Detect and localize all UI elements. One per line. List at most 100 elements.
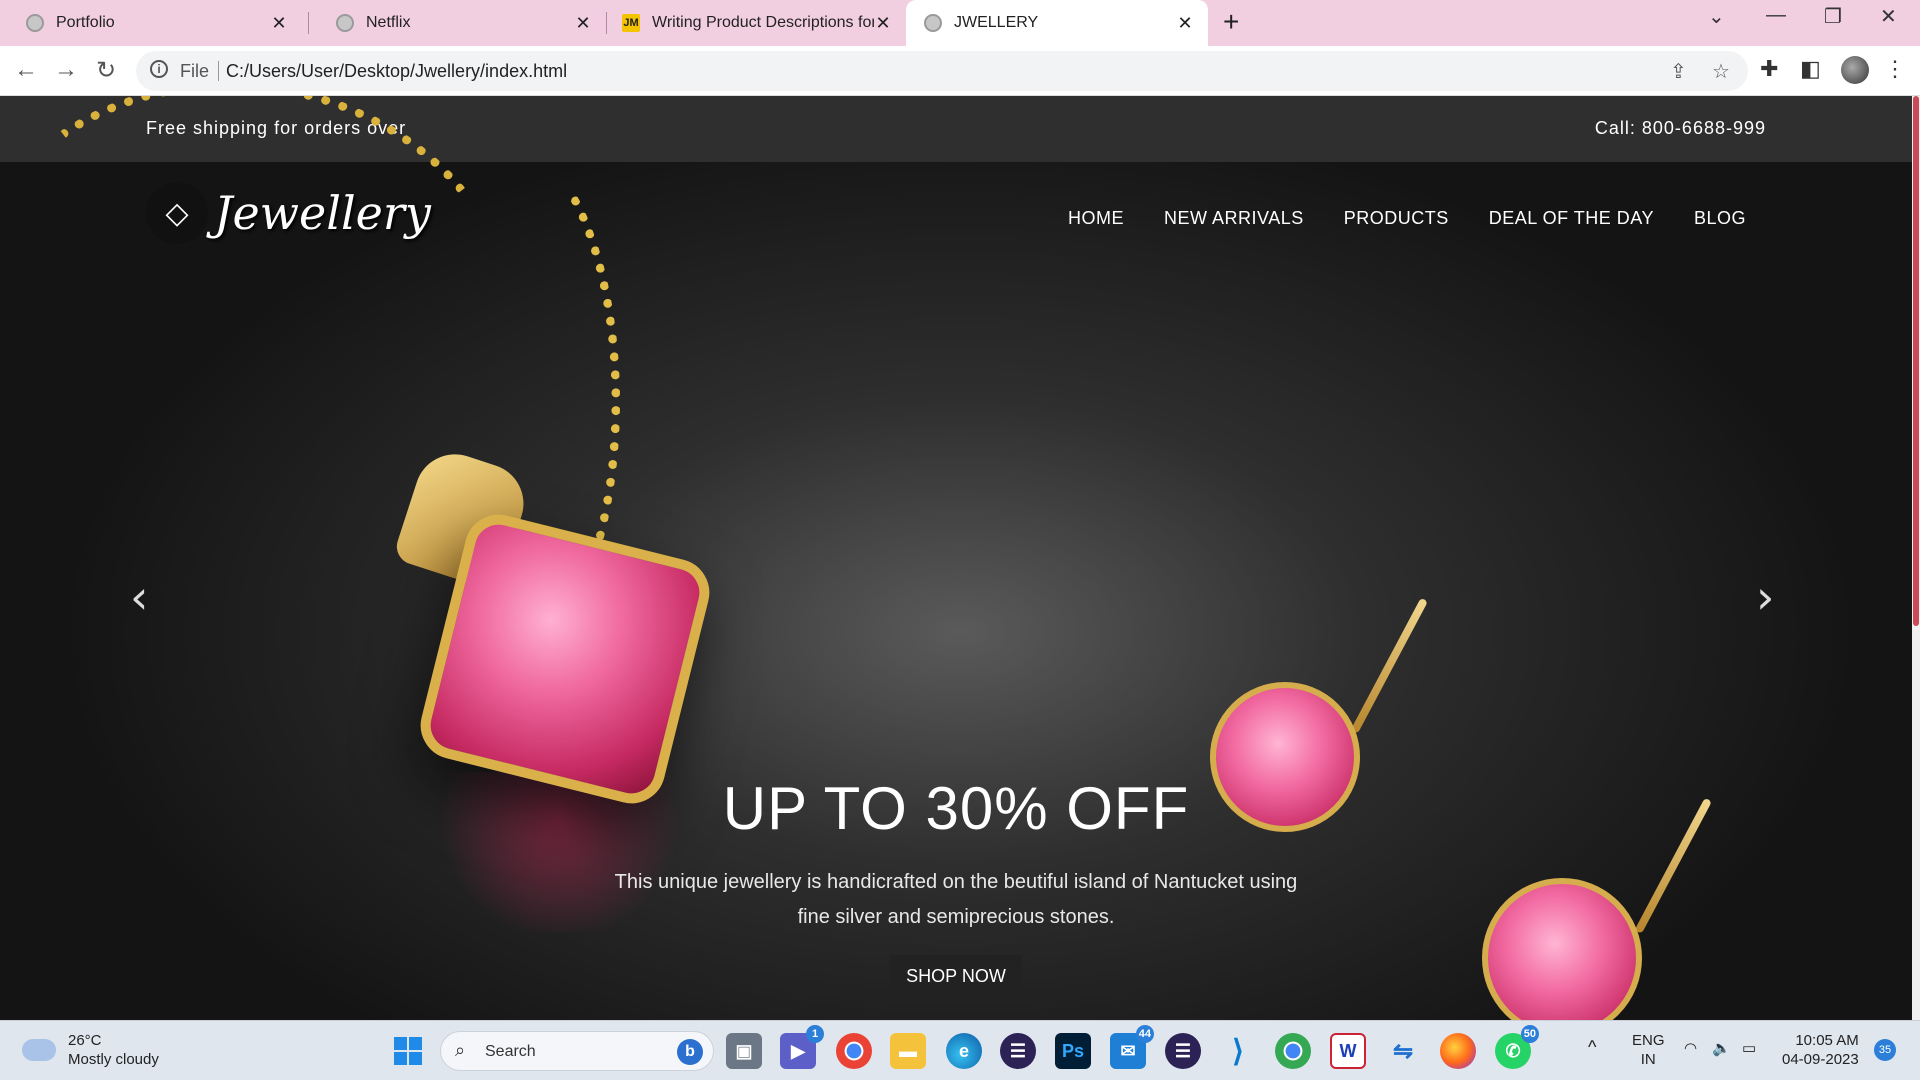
- clock[interactable]: 10:05 AM 04-09-2023: [1782, 1031, 1859, 1069]
- shop-now-button[interactable]: SHOP NOW: [890, 955, 1022, 998]
- weather-temperature: 26°C: [68, 1032, 102, 1049]
- hero-caption: UP TO 30% OFF This unique jewellery is h…: [560, 774, 1352, 998]
- close-icon[interactable]: ✕: [874, 13, 892, 34]
- address-bar[interactable]: i File C:/Users/User/Desktop/Jwellery/in…: [136, 51, 1748, 91]
- forward-arrow-icon[interactable]: →: [54, 56, 78, 84]
- tab-title: Netflix: [366, 14, 411, 31]
- taskbar-search[interactable]: ⌕ Search b: [440, 1031, 714, 1071]
- page-scrollbar[interactable]: [1912, 96, 1920, 1020]
- hero-heading: UP TO 30% OFF: [722, 775, 1190, 842]
- close-icon[interactable]: ✕: [574, 13, 592, 34]
- earring-post-image: [1350, 597, 1428, 734]
- new-tab-icon[interactable]: +: [1223, 6, 1239, 38]
- tab-portfolio[interactable]: Portfolio ✕: [0, 0, 302, 46]
- info-icon[interactable]: i: [150, 60, 168, 78]
- clock-date: 04-09-2023: [1782, 1051, 1859, 1068]
- logo-text: Jewellery: [214, 186, 431, 240]
- writer-icon[interactable]: W: [1330, 1033, 1366, 1069]
- bookmark-star-icon[interactable]: ☆: [1712, 59, 1730, 84]
- file-explorer-icon[interactable]: ▬: [890, 1033, 926, 1069]
- reload-icon[interactable]: ↻: [96, 56, 116, 85]
- window-close-icon[interactable]: ✕: [1880, 4, 1897, 29]
- show-hidden-icons-chevron-icon[interactable]: ^: [1588, 1037, 1596, 1058]
- close-icon[interactable]: ✕: [270, 13, 288, 34]
- hero-slider: ◇ Jewellery HOME NEW ARRIVALS PRODUCTS D…: [0, 96, 1912, 1020]
- tab-jwellery[interactable]: JWELLERY ✕: [906, 0, 1208, 46]
- weather-widget[interactable]: 26°C Mostly cloudy: [22, 1031, 159, 1069]
- windows-start-icon[interactable]: [390, 1033, 426, 1069]
- tab-title: Portfolio: [56, 14, 115, 31]
- nav-products[interactable]: PRODUCTS: [1344, 208, 1449, 229]
- nav-deal-of-the-day[interactable]: DEAL OF THE DAY: [1489, 208, 1654, 229]
- share-icon[interactable]: ⇪: [1670, 59, 1687, 84]
- slider-prev-chevron-icon[interactable]: ‹: [130, 570, 148, 624]
- extensions-puzzle-icon[interactable]: ✚: [1760, 56, 1778, 82]
- restore-icon[interactable]: ❐: [1824, 4, 1842, 29]
- scrollbar-thumb[interactable]: [1913, 96, 1919, 626]
- region-code: IN: [1640, 1051, 1656, 1068]
- chrome-active-icon[interactable]: [1275, 1033, 1311, 1069]
- tab-netflix[interactable]: Netflix ✕: [310, 0, 606, 46]
- vscode-icon[interactable]: ⟩: [1220, 1033, 1256, 1069]
- diamond-icon: ◇: [146, 182, 208, 244]
- volume-icon[interactable]: 🔈: [1712, 1039, 1731, 1057]
- pink-gem-earring-image: [1482, 878, 1642, 1020]
- search-icon: ⌕: [455, 1040, 466, 1060]
- wifi-icon[interactable]: ◠: [1684, 1039, 1697, 1057]
- browser-toolbar: ← → ↻ i File C:/Users/User/Desktop/Jwell…: [0, 46, 1920, 96]
- back-arrow-icon[interactable]: ←: [14, 56, 38, 84]
- notification-count-badge[interactable]: 35: [1874, 1039, 1896, 1061]
- edge-icon[interactable]: e: [946, 1033, 982, 1069]
- language-indicator[interactable]: ENG IN: [1632, 1031, 1665, 1069]
- battery-icon[interactable]: ▭: [1742, 1039, 1756, 1057]
- tab-title: Writing Product Descriptions for: [652, 14, 874, 31]
- language-code: ENG: [1632, 1032, 1665, 1049]
- web-page: Free shipping for orders over Call: 800-…: [0, 96, 1912, 1020]
- slider-next-chevron-icon[interactable]: ›: [1756, 570, 1774, 624]
- teams-icon[interactable]: ▶ 1: [780, 1025, 824, 1069]
- close-icon[interactable]: ✕: [1176, 13, 1194, 34]
- bing-icon[interactable]: b: [677, 1039, 703, 1065]
- writer-label: W: [1339, 1040, 1357, 1061]
- browser-tab-strip: Portfolio ✕ Netflix ✕ JM Writing Product…: [0, 0, 1920, 46]
- site-logo[interactable]: ◇ Jewellery: [146, 182, 431, 244]
- nav-home[interactable]: HOME: [1068, 208, 1124, 229]
- profile-avatar[interactable]: [1841, 56, 1869, 84]
- remote-desktop-icon[interactable]: ⇋: [1385, 1033, 1421, 1069]
- earring-post-image: [1634, 797, 1712, 934]
- notification-badge: 44: [1135, 1025, 1154, 1043]
- url-scheme: File: [180, 61, 210, 81]
- tab-writing-product-descriptions[interactable]: JM Writing Product Descriptions for ✕: [608, 0, 906, 46]
- tab-search-chevron-icon[interactable]: ⌄: [1708, 4, 1725, 29]
- search-label: Search: [485, 1043, 536, 1060]
- nav-blog[interactable]: BLOG: [1694, 208, 1746, 229]
- globe-icon: [924, 14, 942, 32]
- photoshop-icon[interactable]: Ps: [1055, 1033, 1091, 1069]
- eclipse-icon[interactable]: ☰: [1165, 1033, 1201, 1069]
- more-menu-icon[interactable]: ⋮: [1884, 56, 1906, 82]
- chrome-icon[interactable]: [836, 1033, 872, 1069]
- nav-new-arrivals[interactable]: NEW ARRIVALS: [1164, 208, 1304, 229]
- minimize-icon[interactable]: —: [1766, 4, 1786, 27]
- side-panel-icon[interactable]: ◧: [1800, 56, 1821, 82]
- mail-icon[interactable]: ✉ 44: [1110, 1025, 1154, 1069]
- photoshop-label: Ps: [1061, 1040, 1085, 1061]
- windows-taskbar: 26°C Mostly cloudy ⌕ Search b ▣ ▶ 1 ▬ e ☰…: [0, 1020, 1920, 1080]
- tab-title: JWELLERY: [954, 14, 1039, 31]
- whatsapp-icon[interactable]: ✆ 50: [1495, 1025, 1539, 1069]
- weather-condition: Mostly cloudy: [68, 1051, 159, 1068]
- notification-badge: 50: [1520, 1025, 1539, 1043]
- globe-icon: [26, 14, 44, 32]
- tab-divider: [606, 12, 607, 34]
- clock-time: 10:05 AM: [1795, 1032, 1859, 1049]
- notification-badge: 1: [806, 1025, 824, 1043]
- main-navigation: HOME NEW ARRIVALS PRODUCTS DEAL OF THE D…: [1068, 208, 1746, 229]
- firefox-icon[interactable]: [1440, 1033, 1476, 1069]
- jm-logo-icon: JM: [622, 14, 640, 32]
- phone-number[interactable]: Call: 800-6688-999: [1595, 118, 1766, 139]
- task-view-icon[interactable]: ▣: [726, 1033, 762, 1069]
- tab-divider: [308, 12, 309, 34]
- eclipse-icon[interactable]: ☰: [1000, 1033, 1036, 1069]
- globe-icon: [336, 14, 354, 32]
- url-text[interactable]: C:/Users/User/Desktop/Jwellery/index.htm…: [226, 61, 567, 82]
